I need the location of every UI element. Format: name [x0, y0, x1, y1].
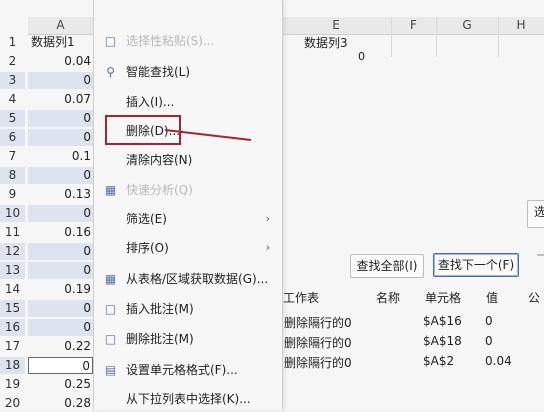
annotation-arrow — [164, 129, 252, 141]
